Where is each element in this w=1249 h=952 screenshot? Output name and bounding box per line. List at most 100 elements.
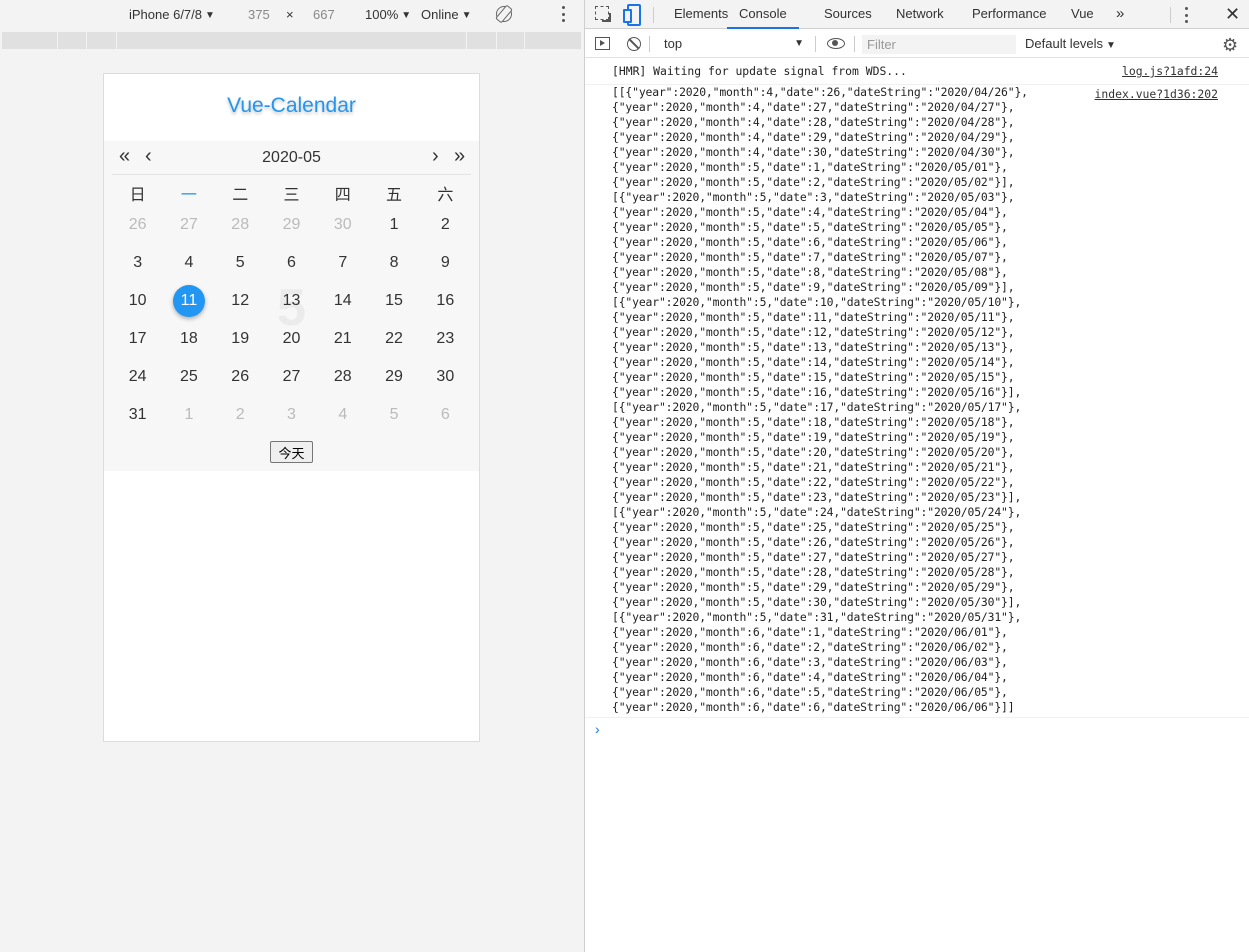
day-cell[interactable]: 4 <box>317 396 368 434</box>
day-number: 1 <box>184 406 194 423</box>
toolbar-divider <box>649 36 650 52</box>
inspect-element-icon[interactable] <box>595 6 609 20</box>
day-cell[interactable]: 25 <box>163 358 214 396</box>
devtools-menu-icon[interactable] <box>1184 7 1188 23</box>
day-cell[interactable]: 23 <box>420 320 471 358</box>
viewport-height[interactable]: 667 <box>313 7 335 22</box>
day-cell[interactable]: 12 <box>215 282 266 320</box>
log-line: {"year":2020,"month":5,"date":21,"dateSt… <box>612 460 1015 474</box>
viewport-width[interactable]: 375 <box>248 7 270 22</box>
log-line: {"year":2020,"month":6,"date":1,"dateStr… <box>612 625 1008 639</box>
day-cell[interactable]: 15 <box>368 282 419 320</box>
day-cell[interactable]: 18 <box>163 320 214 358</box>
day-cell[interactable]: 17 <box>112 320 163 358</box>
day-cell[interactable]: 6 <box>266 244 317 282</box>
day-cell[interactable]: 3 <box>112 244 163 282</box>
day-cell[interactable]: 21 <box>317 320 368 358</box>
day-cell[interactable]: 27 <box>266 358 317 396</box>
day-cell[interactable]: 2 <box>215 396 266 434</box>
more-tabs-icon[interactable]: » <box>1116 0 1124 29</box>
weekday-label: 六 <box>437 187 454 204</box>
day-cell-today[interactable]: 11 <box>163 282 214 320</box>
next-year-button[interactable]: » <box>454 145 465 167</box>
day-cell[interactable]: 28 <box>317 358 368 396</box>
tab-sources[interactable]: Sources <box>824 0 872 29</box>
tab-elements[interactable]: Elements <box>674 0 728 29</box>
day-cell[interactable]: 13 <box>266 282 317 320</box>
day-cell[interactable]: 14 <box>317 282 368 320</box>
day-number: 8 <box>389 254 399 271</box>
day-cell[interactable]: 28 <box>215 206 266 244</box>
day-cell[interactable]: 26 <box>112 206 163 244</box>
device-name: iPhone 6/7/8 <box>129 7 203 22</box>
gear-icon[interactable]: ⚙ <box>1222 35 1238 56</box>
day-cell[interactable]: 2 <box>420 206 471 244</box>
week-row: 3 4 5 6 7 8 9 <box>112 244 471 282</box>
tab-network[interactable]: Network <box>896 0 944 29</box>
tab-performance[interactable]: Performance <box>972 0 1046 29</box>
calendar-title: Vue-Calendar <box>227 94 356 117</box>
context-select[interactable]: top ▼ <box>658 34 808 54</box>
day-cell[interactable]: 31 <box>112 396 163 434</box>
day-cell[interactable]: 30 <box>420 358 471 396</box>
day-cell[interactable]: 1 <box>163 396 214 434</box>
next-month-button[interactable]: › <box>432 145 439 167</box>
day-cell[interactable]: 30 <box>317 206 368 244</box>
media-query-bar[interactable] <box>2 32 582 49</box>
log-line: {"year":2020,"month":5,"date":20,"dateSt… <box>612 445 1015 459</box>
day-number: 16 <box>436 292 455 309</box>
message-source-link[interactable]: index.vue?1d36:202 <box>1095 87 1218 101</box>
day-cell[interactable]: 9 <box>420 244 471 282</box>
week-row: 31 1 2 3 4 5 6 <box>112 396 471 434</box>
day-cell[interactable]: 4 <box>163 244 214 282</box>
day-cell[interactable]: 26 <box>215 358 266 396</box>
day-cell[interactable]: 1 <box>368 206 419 244</box>
day-cell[interactable]: 29 <box>368 358 419 396</box>
day-cell[interactable]: 16 <box>420 282 471 320</box>
day-cell[interactable]: 27 <box>163 206 214 244</box>
day-number: 2 <box>235 406 245 423</box>
day-cell[interactable]: 22 <box>368 320 419 358</box>
clear-console-icon[interactable] <box>627 37 641 51</box>
log-line: [{"year":2020,"month":5,"date":31,"dateS… <box>612 610 1022 624</box>
day-cell[interactable]: 6 <box>420 396 471 434</box>
day-cell[interactable]: 29 <box>266 206 317 244</box>
day-number: 23 <box>436 330 455 347</box>
close-icon[interactable]: ✕ <box>1225 4 1240 25</box>
day-number: 22 <box>385 330 403 347</box>
device-select[interactable]: iPhone 6/7/8 ▼ <box>129 7 215 22</box>
network-select[interactable]: Online ▼ <box>421 7 471 22</box>
live-expression-icon[interactable] <box>827 38 845 49</box>
day-cell[interactable]: 10 <box>112 282 163 320</box>
rotate-icon[interactable] <box>496 6 512 22</box>
device-more-icon[interactable] <box>561 6 565 22</box>
today-button[interactable]: 今天 <box>270 441 313 463</box>
device-emulation-pane: iPhone 6/7/8 ▼ 375 × 667 100% ▼ Online ▼ Vu… <box>0 0 584 952</box>
day-cell[interactable]: 20 <box>266 320 317 358</box>
network-value: Online <box>421 7 459 22</box>
day-number: 19 <box>231 330 250 347</box>
message-source-link[interactable]: log.js?1afd:24 <box>1122 64 1218 78</box>
tab-vue[interactable]: Vue <box>1071 0 1094 29</box>
day-cell[interactable]: 5 <box>215 244 266 282</box>
device-toggle-icon[interactable] <box>623 4 641 26</box>
day-cell[interactable]: 19 <box>215 320 266 358</box>
sidebar-toggle-icon[interactable] <box>595 37 610 50</box>
log-output[interactable]: [[{"year":2020,"month":4,"date":26,"date… <box>612 85 1028 715</box>
log-levels-select[interactable]: Default levels ▼ <box>1025 36 1116 51</box>
zoom-caret-icon: ▼ <box>401 10 412 21</box>
log-line: [{"year":2020,"month":5,"date":24,"dateS… <box>612 505 1022 519</box>
tab-console[interactable]: Console <box>727 0 799 29</box>
day-cell[interactable]: 7 <box>317 244 368 282</box>
current-month-label: 2020-05 <box>262 149 321 166</box>
day-cell[interactable]: 5 <box>368 396 419 434</box>
day-number: 5 <box>235 254 245 271</box>
day-cell[interactable]: 24 <box>112 358 163 396</box>
day-cell[interactable]: 3 <box>266 396 317 434</box>
weekday-label: 四 <box>334 187 351 204</box>
day-cell[interactable]: 8 <box>368 244 419 282</box>
console-prompt[interactable]: › <box>585 718 1249 740</box>
log-line: {"year":2020,"month":5,"date":25,"dateSt… <box>612 520 1015 534</box>
zoom-select[interactable]: 100% ▼ <box>365 7 411 22</box>
filter-input[interactable] <box>862 35 1016 54</box>
